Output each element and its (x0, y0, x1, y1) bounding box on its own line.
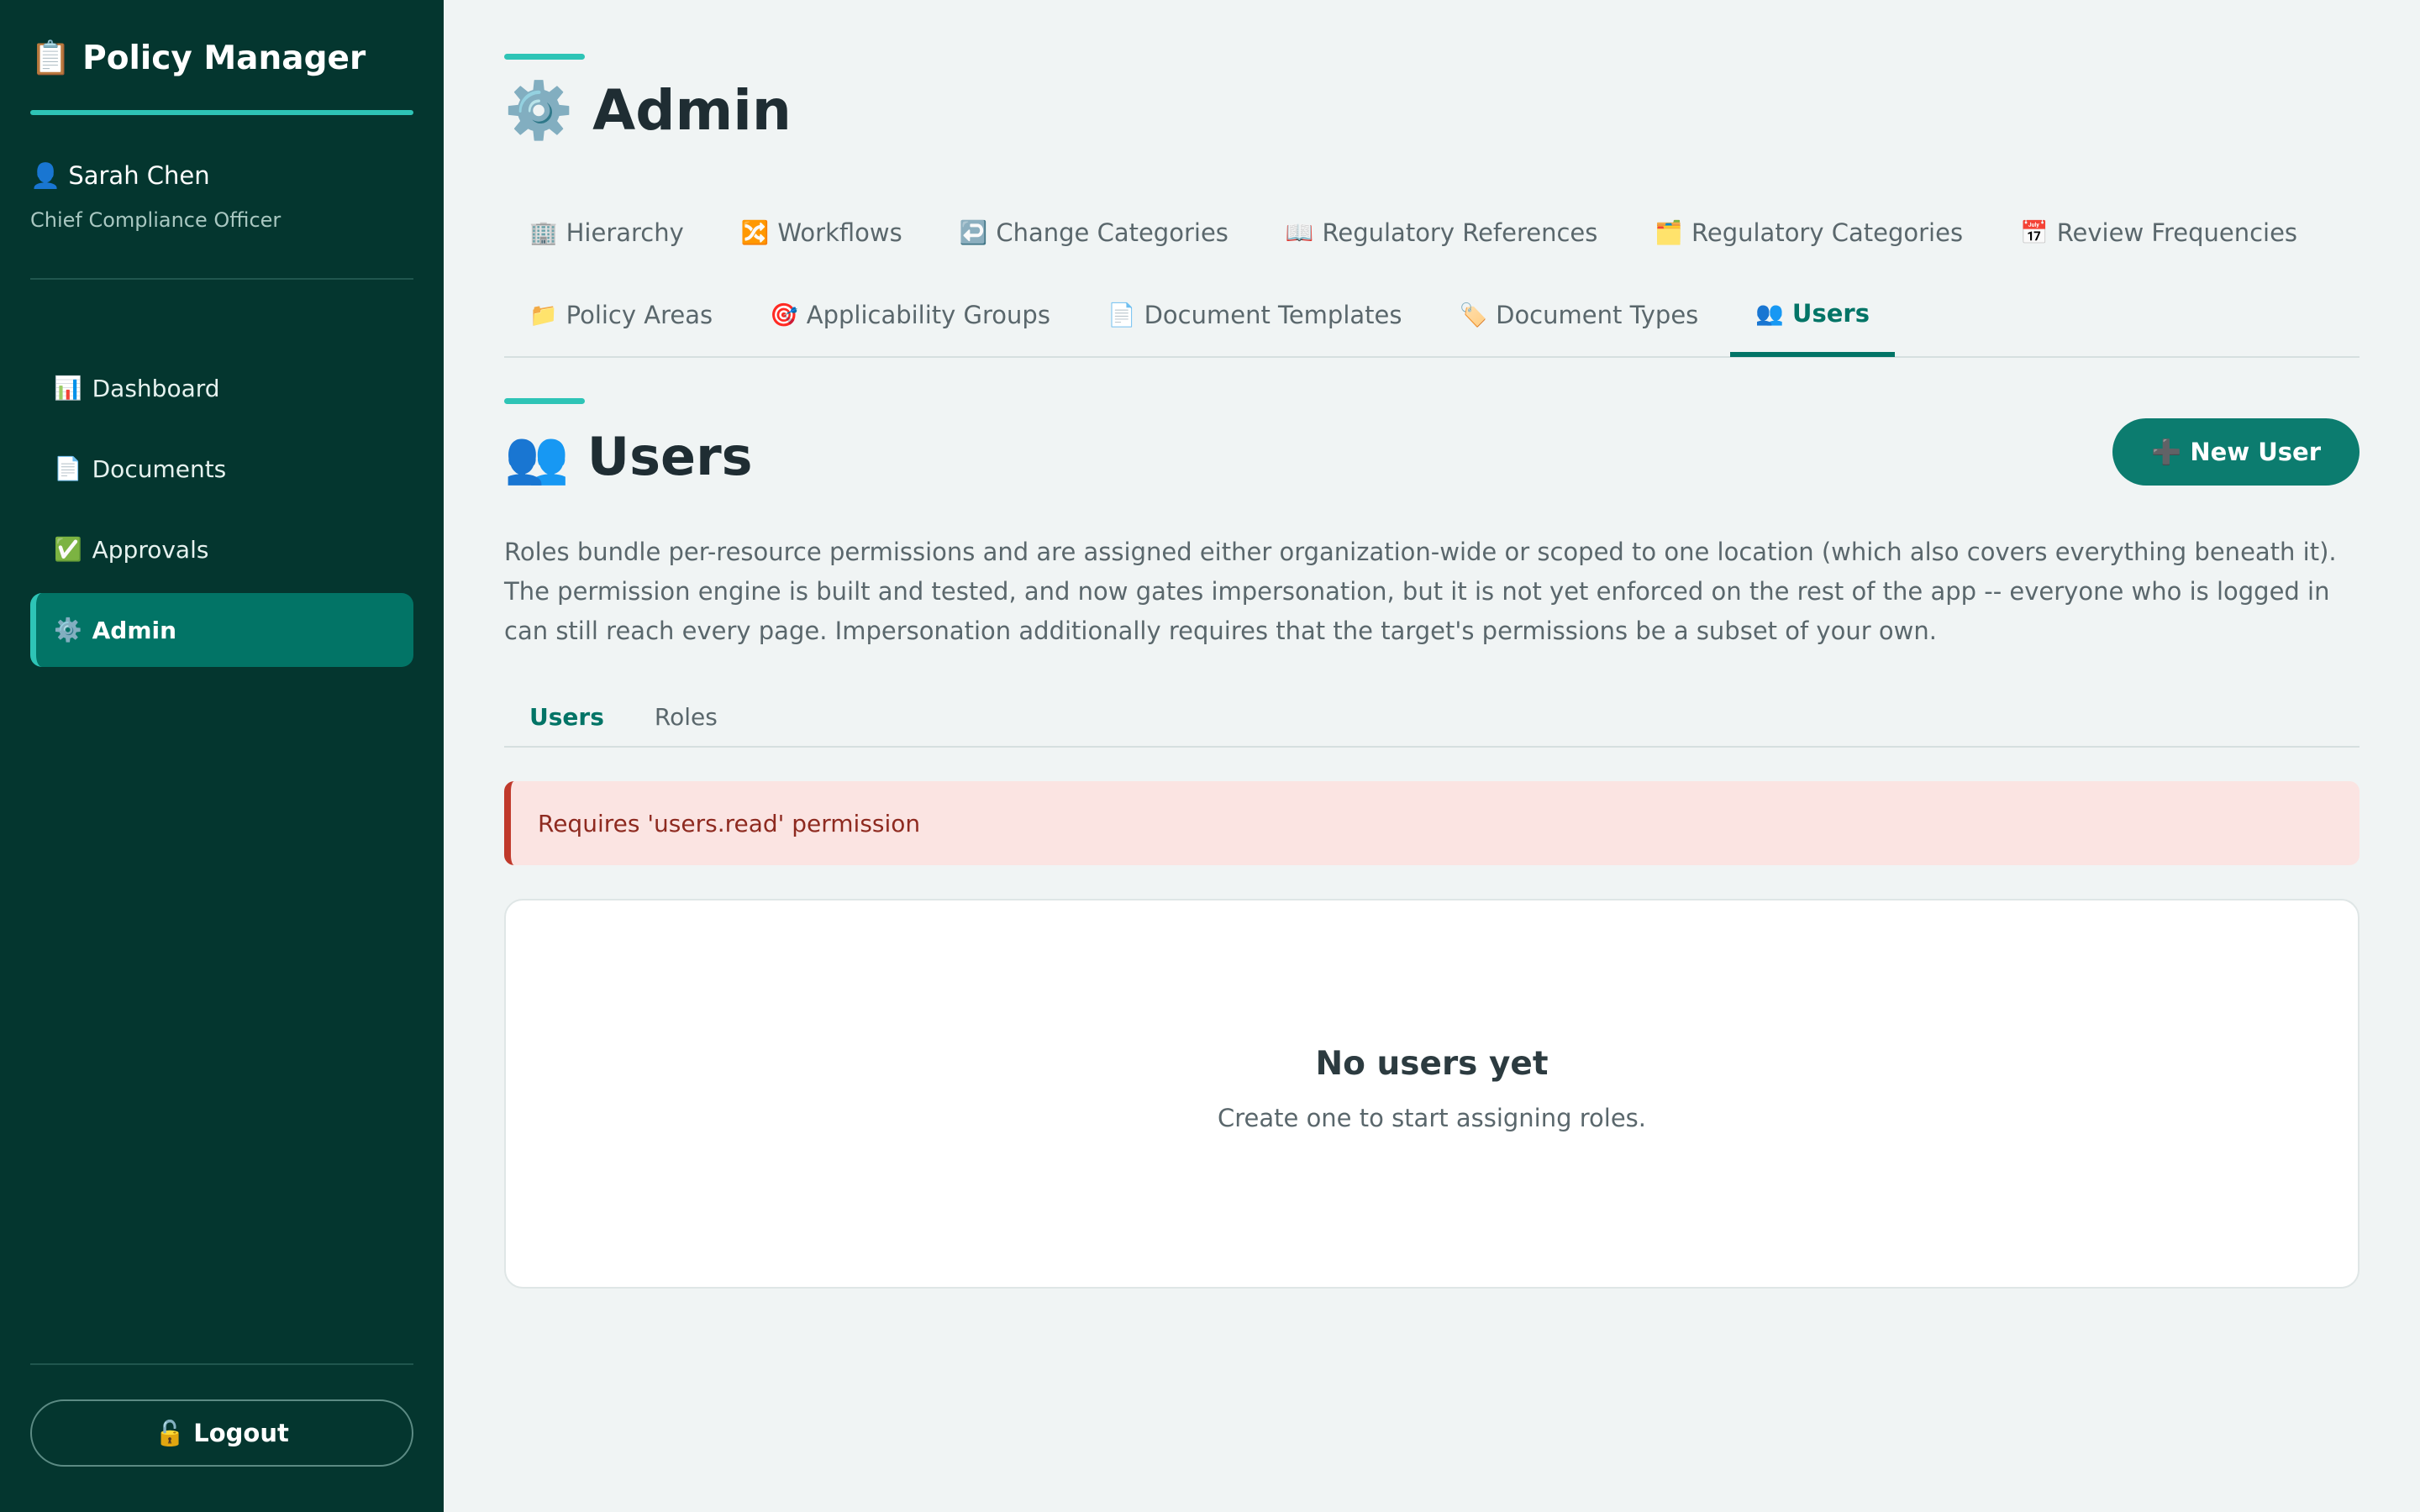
tab-row: 🏢 Hierarchy 🔀 Workflows ↩️ Change Catego… (504, 192, 2360, 274)
users-icon: 👥 (1755, 301, 1784, 327)
tag-icon: 🏷️ (1459, 302, 1488, 328)
sidebar-item-label: Admin (92, 616, 177, 644)
building-icon: 🏢 (529, 220, 558, 246)
dashboard-icon: 📊 (54, 375, 82, 402)
unlock-icon: 🔓 (155, 1418, 186, 1447)
tab-policy-areas[interactable]: 📁 Policy Areas (504, 274, 738, 356)
plus-icon: ➕ (2151, 437, 2182, 466)
user-icon: 👤 (30, 161, 61, 190)
tab-applicability-groups[interactable]: 🎯 Applicability Groups (744, 274, 1076, 356)
tab-label: Users (1791, 299, 1870, 328)
empty-state-subtitle: Create one to start assigning roles. (1217, 1104, 1646, 1132)
book-icon: 📖 (1285, 220, 1314, 246)
logout-label: Logout (193, 1419, 289, 1447)
sidebar-item-approvals[interactable]: ✅ Approvals (30, 512, 413, 586)
tab-label: Review Frequencies (2056, 218, 2298, 247)
sidebar-divider (30, 278, 413, 280)
user-name: 👤 Sarah Chen (30, 161, 210, 191)
calendar-icon: 📅 (2020, 220, 2049, 246)
tab-document-types[interactable]: 🏷️ Document Types (1434, 274, 1723, 356)
tab-label: Workflows (777, 218, 902, 247)
approvals-icon: ✅ (54, 537, 82, 563)
title-accent (504, 54, 585, 60)
card-index-icon: 🗂️ (1655, 220, 1684, 246)
new-user-label: New User (2190, 438, 2321, 466)
tab-review-frequencies[interactable]: 📅 Review Frequencies (1995, 192, 2323, 274)
return-arrow-icon: ↩️ (959, 220, 988, 246)
tab-regulatory-categories[interactable]: 🗂️ Regulatory Categories (1629, 192, 1988, 274)
empty-state-title: No users yet (1315, 1045, 1549, 1083)
tab-workflows[interactable]: 🔀 Workflows (716, 192, 928, 274)
gear-icon: ⚙️ (504, 78, 574, 143)
sidebar-nav: 📊 Dashboard 📄 Documents ✅ Approvals ⚙️ A… (30, 351, 413, 674)
tab-document-templates[interactable]: 📄 Document Templates (1082, 274, 1428, 356)
tab-label: Policy Areas (566, 301, 713, 329)
users-icon: 👥 (504, 426, 570, 487)
page-title-text: Admin (592, 78, 792, 143)
sidebar-item-label: Approvals (92, 535, 209, 564)
clipboard-icon: 📋 (30, 39, 71, 77)
section-title: 👥 Users (504, 425, 753, 489)
tab-change-categories[interactable]: ↩️ Change Categories (934, 192, 1254, 274)
brand-underline (30, 110, 413, 115)
tab-label: Hierarchy (566, 218, 684, 247)
tab-label: Document Templates (1144, 301, 1402, 329)
sidebar-item-admin[interactable]: ⚙️ Admin (30, 593, 413, 667)
sidebar: 📋 Policy Manager 👤 Sarah Chen Chief Comp… (0, 0, 444, 1512)
subtab-users[interactable]: Users (504, 687, 629, 746)
user-name-text: Sarah Chen (68, 161, 210, 190)
tab-label: Applicability Groups (806, 301, 1050, 329)
permission-alert: Requires 'users.read' permission (504, 781, 2360, 865)
sidebar-divider (30, 1363, 413, 1365)
shuffle-icon: 🔀 (740, 220, 770, 246)
section-description: Roles bundle per-resource permissions an… (504, 538, 2337, 645)
tab-label: Document Types (1496, 301, 1699, 329)
folder-icon: 📁 (529, 302, 558, 328)
sidebar-item-label: Documents (92, 454, 227, 483)
app-brand: 📋 Policy Manager (30, 39, 366, 77)
tab-label: Regulatory References (1322, 218, 1598, 247)
tab-label: Change Categories (996, 218, 1228, 247)
subtab-roles[interactable]: Roles (629, 687, 743, 746)
page-icon: 📄 (1107, 302, 1136, 328)
admin-tabs: 🏢 Hierarchy 🔀 Workflows ↩️ Change Catego… (504, 192, 2360, 358)
section-title-text: Users (587, 426, 753, 487)
sidebar-item-label: Dashboard (92, 374, 220, 402)
tab-users[interactable]: 👥 Users (1730, 275, 1895, 357)
user-role: Chief Compliance Officer (30, 208, 281, 232)
section-accent (504, 398, 585, 404)
empty-state-card: No users yet Create one to start assigni… (504, 899, 2360, 1289)
sidebar-item-dashboard[interactable]: 📊 Dashboard (30, 351, 413, 425)
gear-icon: ⚙️ (54, 617, 82, 643)
tab-hierarchy[interactable]: 🏢 Hierarchy (504, 192, 709, 274)
documents-icon: 📄 (54, 456, 82, 482)
tab-row: 📁 Policy Areas 🎯 Applicability Groups 📄 … (504, 274, 2360, 357)
new-user-button[interactable]: ➕ New User (2112, 418, 2360, 486)
logout-button[interactable]: 🔓 Logout (30, 1399, 413, 1467)
tab-label: Regulatory Categories (1691, 218, 1964, 247)
page-title: ⚙️ Admin (504, 77, 792, 144)
sidebar-item-documents[interactable]: 📄 Documents (30, 432, 413, 506)
app-title: Policy Manager (82, 39, 366, 77)
users-subtabs: Users Roles (504, 687, 2360, 748)
main-content: ⚙️ Admin 🏢 Hierarchy 🔀 Workflows ↩️ Chan… (504, 0, 2360, 1512)
target-icon: 🎯 (770, 302, 798, 328)
tab-regulatory-references[interactable]: 📖 Regulatory References (1260, 192, 1623, 274)
